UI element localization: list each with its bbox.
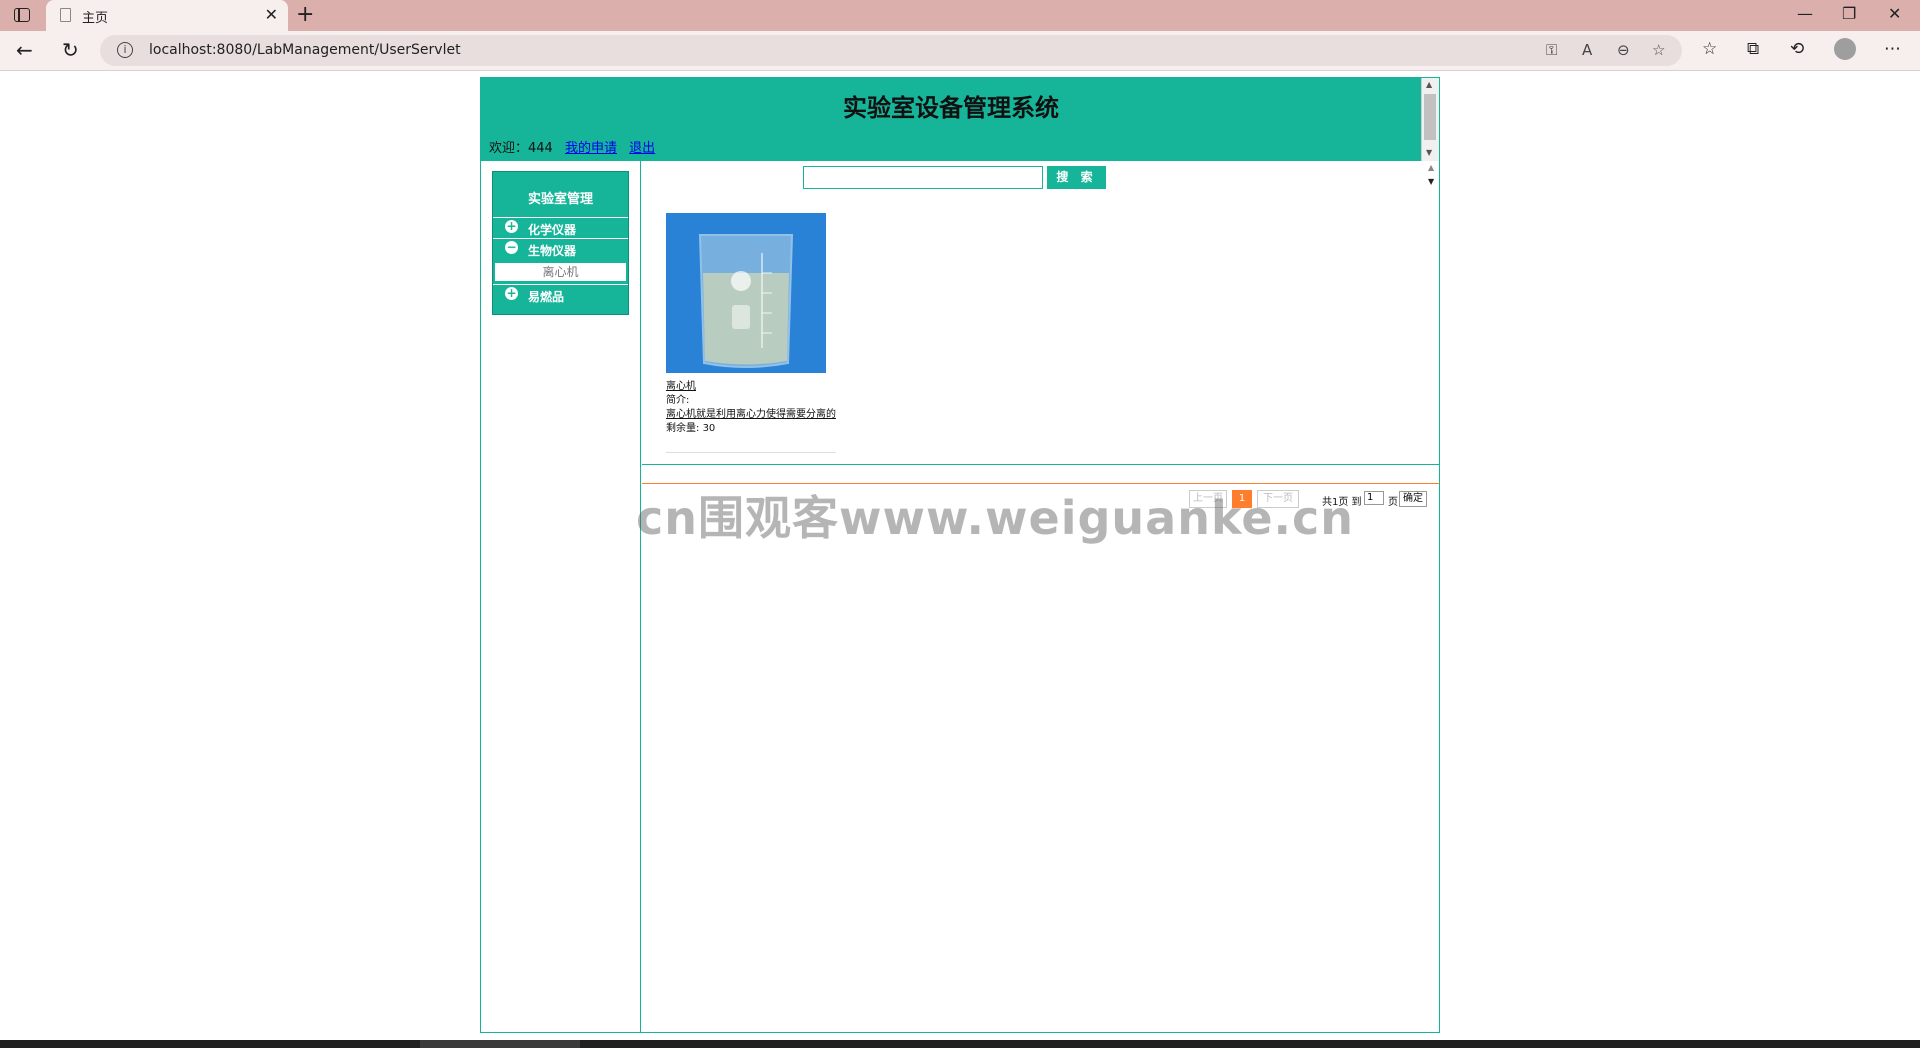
- favorites-icon[interactable]: ☆: [1702, 39, 1717, 59]
- sidebar-item-chemical[interactable]: + 化学仪器: [493, 217, 628, 237]
- close-window-icon[interactable]: ✕: [1888, 4, 1901, 23]
- refresh-icon[interactable]: ↻: [62, 38, 79, 62]
- page-title: 实验室设备管理系统: [843, 94, 1059, 122]
- confirm-page-button[interactable]: 确定: [1399, 491, 1427, 507]
- sidebar-item-flammable[interactable]: + 易燃品: [493, 284, 628, 304]
- more-menu-icon[interactable]: ⋯: [1884, 39, 1901, 59]
- zoom-out-icon[interactable]: ⊖: [1617, 41, 1630, 59]
- scroll-up-icon[interactable]: ▲: [1428, 163, 1434, 172]
- back-icon[interactable]: ←: [16, 38, 33, 62]
- profile-avatar[interactable]: [1834, 38, 1856, 60]
- scroll-up-icon[interactable]: ▲: [1426, 80, 1432, 89]
- minimize-icon[interactable]: —: [1797, 4, 1813, 23]
- expand-icon: +: [505, 219, 518, 233]
- sidebar-item-label: 化学仪器: [528, 223, 577, 237]
- username: 444: [528, 141, 553, 156]
- tab-actions-icon[interactable]: [14, 8, 30, 22]
- my-applications-link[interactable]: 我的申请: [565, 141, 617, 156]
- remaining-value: 30: [702, 423, 716, 434]
- product-intro-label: 简介:: [666, 395, 690, 406]
- main-content: 搜 索 ▲ ▼ 离心机 简介: 离心机就是利用离心力使得需要分离的 剩余量: 3…: [642, 161, 1439, 1032]
- address-bar-row: ← ↻ i localhost:8080/LabManagement/UserS…: [0, 31, 1920, 71]
- sidebar-item-label: 易燃品: [528, 290, 565, 304]
- restore-icon[interactable]: ❐: [1842, 4, 1856, 23]
- divider: [642, 464, 1439, 465]
- sidebar-title: 实验室管理: [527, 192, 593, 207]
- scroll-thumb[interactable]: [1424, 94, 1436, 140]
- address-bar[interactable]: i localhost:8080/LabManagement/UserServl…: [100, 35, 1682, 66]
- page-number-input[interactable]: 1: [1364, 491, 1384, 505]
- browser-tab[interactable]: 主页 ✕: [46, 0, 288, 31]
- new-tab-icon[interactable]: +: [296, 2, 314, 27]
- history-icon[interactable]: ⟲: [1790, 39, 1804, 59]
- sidebar-subitem-centrifuge[interactable]: 离心机: [494, 262, 627, 282]
- scroll-down-icon[interactable]: ▼: [1428, 177, 1434, 186]
- scroll-down-icon[interactable]: ▼: [1426, 148, 1432, 157]
- page-icon: [60, 8, 71, 22]
- close-tab-icon[interactable]: ✕: [265, 5, 278, 24]
- site-info-icon[interactable]: i: [117, 42, 133, 58]
- browser-tab-bar: 主页 ✕ + — ❐ ✕: [0, 0, 1920, 31]
- page-unit: 页: [1388, 497, 1398, 508]
- tab-title: 主页: [82, 11, 109, 26]
- welcome-bar: 欢迎：444 我的申请 退出: [489, 137, 655, 156]
- search-input[interactable]: [803, 166, 1043, 189]
- product-image[interactable]: [666, 213, 826, 373]
- product-card: 离心机 简介: 离心机就是利用离心力使得需要分离的 剩余量: 30: [666, 213, 836, 453]
- collections-icon[interactable]: ⧉: [1747, 39, 1759, 59]
- header-scrollbar[interactable]: ▲ ▼: [1421, 78, 1439, 161]
- key-icon[interactable]: ⚿: [1546, 41, 1557, 59]
- sidebar-menu: 实验室管理 + 化学仪器 − 生物仪器 离心机 + 易燃品: [492, 171, 629, 315]
- product-name-link[interactable]: 离心机: [666, 377, 696, 392]
- url-text[interactable]: localhost:8080/LabManagement/UserServlet: [149, 42, 461, 58]
- logout-link[interactable]: 退出: [629, 141, 655, 156]
- sidebar-item-biological[interactable]: − 生物仪器: [493, 238, 628, 258]
- watermark: cn围观客www.weiguanke.cn: [636, 491, 1355, 545]
- app-frame: 实验室设备管理系统 欢迎：444 我的申请 退出 ▲ ▼ 实验室管理 + 化学仪…: [480, 77, 1440, 1033]
- sidebar-item-label: 生物仪器: [528, 244, 577, 258]
- remaining-label: 剩余量:: [666, 423, 700, 434]
- welcome-label: 欢迎：: [489, 141, 529, 156]
- collapse-icon: −: [505, 240, 518, 254]
- page-header: 实验室设备管理系统 欢迎：444 我的申请 退出 ▲ ▼: [481, 78, 1439, 161]
- content-scrollbar[interactable]: ▲ ▼: [1425, 163, 1439, 189]
- product-intro-link[interactable]: 离心机就是利用离心力使得需要分离的: [666, 405, 836, 420]
- product-remaining: 剩余量: 30: [666, 419, 715, 434]
- expand-icon: +: [505, 286, 518, 300]
- read-aloud-icon[interactable]: A: [1582, 41, 1592, 59]
- taskbar: [0, 1040, 1920, 1048]
- taskbar-app[interactable]: [420, 1040, 580, 1048]
- sidebar: 实验室管理 + 化学仪器 − 生物仪器 离心机 + 易燃品: [481, 161, 641, 1032]
- add-favorite-icon[interactable]: ☆: [1652, 41, 1665, 59]
- search-button[interactable]: 搜 索: [1047, 166, 1106, 189]
